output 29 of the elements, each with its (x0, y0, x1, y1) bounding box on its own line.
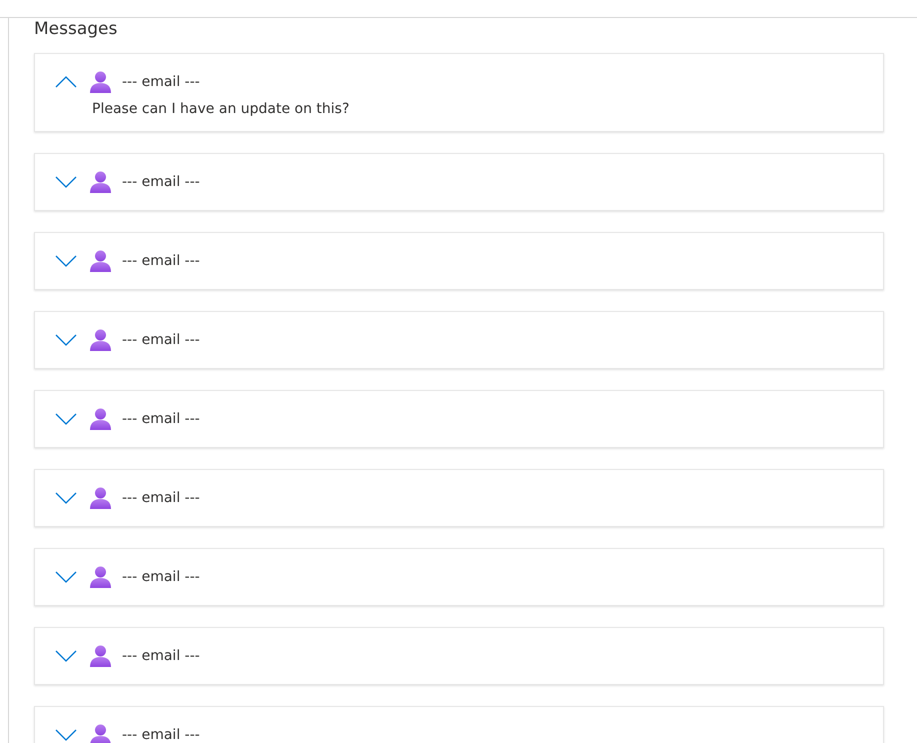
sender-email: --- email --- (122, 332, 200, 348)
person-icon (90, 566, 111, 588)
sender-email: --- email --- (122, 569, 200, 585)
person-icon (90, 408, 111, 430)
expand-chevron-icon[interactable] (54, 490, 78, 506)
message-text: Please can I have an update on this? (92, 101, 350, 117)
sender-email: --- email --- (122, 727, 200, 743)
expand-chevron-icon[interactable] (54, 411, 78, 427)
person-icon (90, 171, 111, 193)
expand-chevron-icon[interactable] (54, 648, 78, 664)
sender-email: --- email --- (122, 490, 200, 506)
expand-chevron-icon[interactable] (54, 332, 78, 348)
sender-email: --- email --- (122, 74, 200, 90)
sender-email: --- email --- (122, 411, 200, 427)
sender-email: --- email --- (122, 648, 200, 664)
section-title: Messages (34, 18, 118, 40)
expand-chevron-icon[interactable] (54, 727, 78, 743)
expand-chevron-icon[interactable] (54, 569, 78, 585)
person-icon (90, 71, 111, 93)
expand-chevron-icon[interactable] (54, 174, 78, 190)
sender-email: --- email --- (122, 253, 200, 269)
person-icon (90, 329, 111, 351)
sender-email: --- email --- (122, 174, 200, 190)
person-icon (90, 724, 111, 743)
person-icon (90, 645, 111, 667)
person-icon (90, 250, 111, 272)
collapse-chevron-icon[interactable] (54, 74, 78, 90)
expand-chevron-icon[interactable] (54, 253, 78, 269)
person-icon (90, 487, 111, 509)
